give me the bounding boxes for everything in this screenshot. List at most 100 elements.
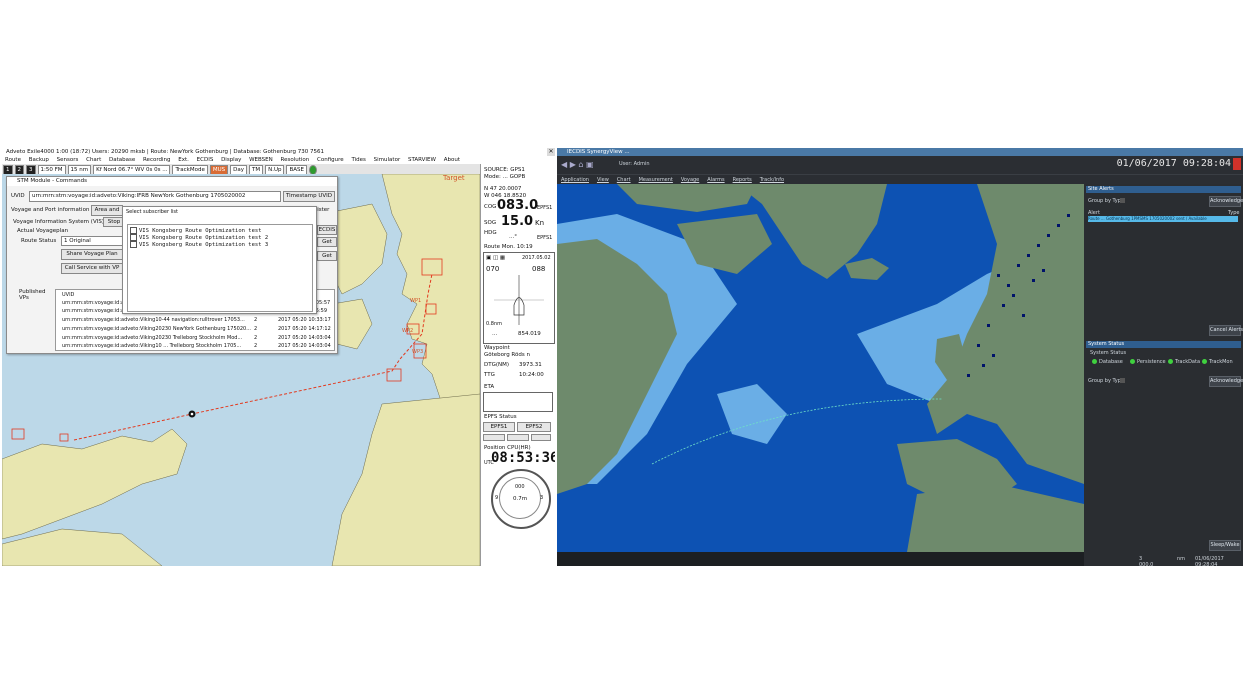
latitude-readout: N 47 20.0007	[484, 186, 522, 192]
wp-label: WP3	[412, 349, 424, 355]
right-ecdis-window: IECDIS SynergyView ... ◀ ▶ ⌂ ▣ User: Adm…	[557, 148, 1243, 566]
alarm-icon[interactable]	[1233, 158, 1241, 170]
source-readout: SOURCE: GPS1	[484, 167, 525, 173]
menu-configure[interactable]: Configure	[317, 157, 344, 163]
scale-readout[interactable]: 3 000,0	[1139, 556, 1153, 566]
group-by-checkbox[interactable]	[1120, 198, 1125, 203]
right-status-bar: 3 000,0 nm 01/06/2017 09:28:04	[557, 552, 1224, 566]
menu-view[interactable]: View	[597, 177, 609, 183]
menu-sensors[interactable]: Sensors	[57, 157, 79, 163]
close-icon[interactable]: ✕	[547, 148, 555, 156]
menu-resolution[interactable]: Resolution	[281, 157, 310, 163]
row-status: 2	[254, 343, 258, 349]
compass-dial: 000 0.7m 9 3	[491, 469, 551, 529]
sleep-wake-button[interactable]: Sleep/Wake	[1209, 540, 1241, 551]
menu-backup[interactable]: Backup	[29, 157, 49, 163]
status-buttons	[483, 434, 551, 441]
menu-measurement[interactable]: Measurement	[639, 177, 673, 183]
table-row[interactable]: urn:mrn:stm:voyage:id:adveto:Viking20230…	[62, 326, 251, 332]
sog-label: SOG	[484, 220, 497, 226]
call-service-button[interactable]: Call Service with VP	[61, 263, 123, 274]
acknowledge-button-2[interactable]: Acknowledge	[1209, 376, 1243, 387]
user-label: User: Admin	[619, 161, 650, 167]
cog-source: EPFS1	[537, 205, 553, 211]
table-row[interactable]: urn:mrn:stm:voyage:id:adveto:Viking20230…	[62, 335, 242, 341]
tab-area[interactable]: Area and	[91, 205, 123, 216]
group-by-checkbox-2[interactable]	[1120, 378, 1125, 383]
uvid-field[interactable]: urn:mrn:stm:voyage:id:adveto:Viking:IFRB…	[29, 191, 281, 202]
status-cell[interactable]	[483, 434, 505, 441]
group-by-label-2: Group by Type	[1088, 378, 1125, 384]
heading-right: 088	[532, 265, 546, 273]
utc-clock: 08:53:36	[491, 450, 555, 466]
route-status-field[interactable]: 1 Original	[61, 236, 125, 246]
menu-about[interactable]: About	[444, 157, 460, 163]
group-by-label: Group by Type	[1088, 198, 1125, 204]
epfs1-button[interactable]: EPFS1	[483, 422, 515, 432]
table-row[interactable]: urn:mrn:stm:voyage:id:adveto:Viking10 ..…	[62, 343, 241, 349]
checkbox[interactable]	[130, 227, 137, 234]
timestamp-uvid-button[interactable]: Timestamp UVID	[283, 191, 335, 202]
get-button[interactable]: Get	[317, 251, 337, 261]
menu-starview[interactable]: STARVIEW	[408, 157, 436, 163]
epfs2-button[interactable]: EPFS2	[517, 422, 551, 432]
published-vps-label: Published VPs	[19, 289, 46, 301]
column-header-uvid: UVID	[62, 292, 75, 298]
menu-track-info[interactable]: Track/Info	[760, 177, 784, 183]
status-time: 01/06/2017 09:28:04	[1195, 556, 1224, 566]
sog-unit: Kn	[535, 219, 545, 227]
list-item[interactable]: VIS Kongsberg Route Optimization test	[130, 227, 262, 234]
cog-value: 083.0	[497, 198, 539, 213]
list-item[interactable]: VIS Kongsberg Route Optimization test 2	[130, 234, 268, 241]
status-cell[interactable]	[507, 434, 529, 441]
route-monitor-box: ▣ ◫ ▦ 2017.05.02 070 088 0.8nm ... 854.0…	[483, 252, 555, 344]
right-side-panel: Site Alerts Group by Type Acknowledge Al…	[1084, 184, 1243, 566]
menu-database[interactable]: Database	[109, 157, 135, 163]
get-button[interactable]: Get	[317, 237, 337, 247]
route-monitor-icons[interactable]: ▣ ◫ ▦	[486, 255, 505, 261]
menu-tides[interactable]: Tides	[351, 157, 365, 163]
nav-icons[interactable]: ◀ ▶ ⌂ ▣	[561, 160, 594, 169]
table-row[interactable]: urn:mrn:stm:voyage:id:adveto:Viking10-44…	[62, 317, 245, 323]
ecdis-button[interactable]: ECDIS	[317, 225, 337, 235]
dtg-label: DTG(NM)	[484, 362, 510, 368]
row-status: 2	[254, 326, 258, 332]
wp-label: WP1	[410, 298, 422, 304]
dialog-title: STM Module - Commands	[7, 177, 337, 186]
menu-ecdis[interactable]: ECDIS	[197, 157, 214, 163]
menu-display[interactable]: Display	[221, 157, 241, 163]
menu-websen[interactable]: WEBSEN	[249, 157, 273, 163]
status-cell[interactable]	[531, 434, 551, 441]
right-map-svg[interactable]	[557, 184, 1084, 552]
compass-right: 3	[540, 495, 544, 501]
menu-route[interactable]: Route	[5, 157, 21, 163]
right-ocean-map[interactable]	[557, 184, 1084, 552]
alert-row[interactable]: Route ... Gothenburg 1PMSMS 1705020002 s…	[1088, 216, 1238, 222]
status-item: TrackData	[1168, 359, 1200, 365]
cancel-alerts-button[interactable]: Cancel Alerts	[1209, 325, 1243, 336]
list-item[interactable]: VIS Kongsberg Route Optimization test 3	[130, 241, 268, 248]
menu-chart[interactable]: Chart	[86, 157, 101, 163]
menu-recording[interactable]: Recording	[143, 157, 171, 163]
status-ok-icon	[1202, 359, 1207, 364]
menu-reports[interactable]: Reports	[733, 177, 752, 183]
menu-simulator[interactable]: Simulator	[374, 157, 401, 163]
menu-ext[interactable]: Ext.	[178, 157, 189, 163]
share-voyage-plan-button[interactable]: Share Voyage Plan	[61, 249, 123, 260]
ttg-label: TTG	[484, 372, 495, 378]
system-status-label: System Status	[1090, 350, 1127, 356]
eta-box	[483, 392, 553, 412]
row-time: 2017 05:20 10:33:17	[278, 317, 331, 323]
menu-voyage[interactable]: Voyage	[681, 177, 699, 183]
menu-chart[interactable]: Chart	[617, 177, 631, 183]
checkbox[interactable]	[130, 234, 137, 241]
subscriber-list-popup: Select subscriber list VIS Kongsberg Rou…	[122, 206, 317, 314]
left-ecdis-window: Adveto Exile4000 1:00 (18:72) Users: 202…	[2, 148, 555, 566]
alerts-header: Site Alerts	[1086, 186, 1241, 193]
menu-application[interactable]: Application	[561, 177, 589, 183]
menu-alarms[interactable]: Alarms	[707, 177, 724, 183]
checkbox[interactable]	[130, 241, 137, 248]
tab-voyage-port[interactable]: Voyage and Port information	[11, 207, 89, 213]
acknowledge-button[interactable]: Acknowledge	[1209, 196, 1243, 207]
left-menu-bar: Route Backup Sensors Chart Database Reco…	[2, 156, 555, 164]
